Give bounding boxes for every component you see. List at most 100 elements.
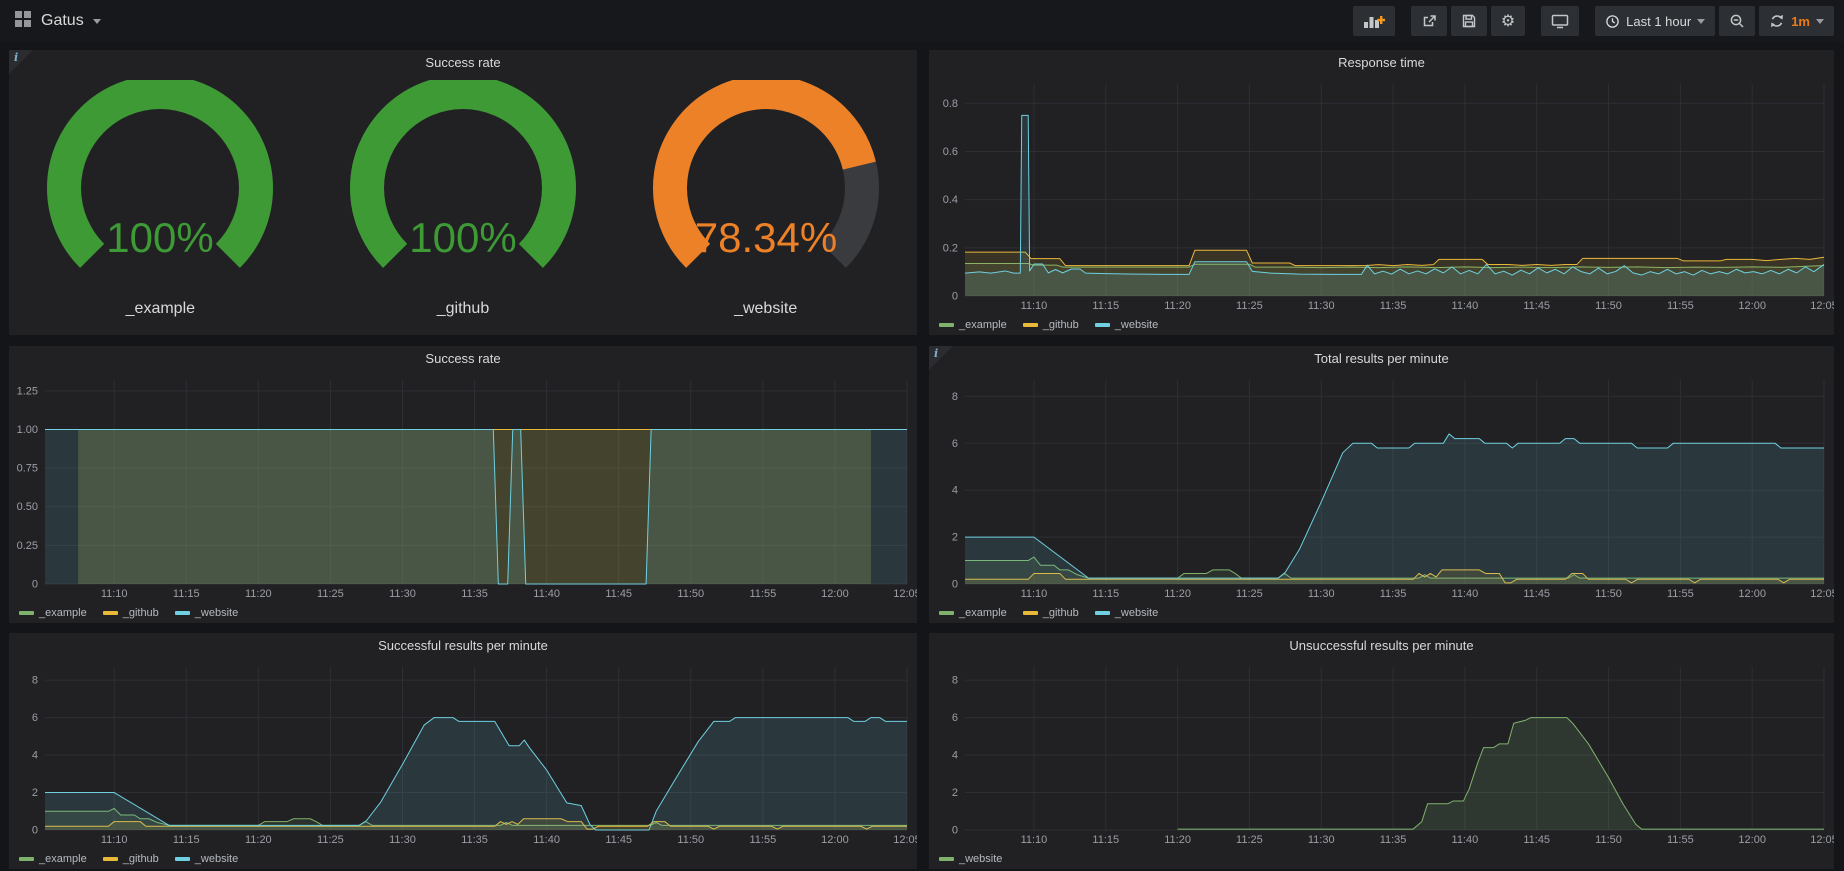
panel-unsuccessful-results: Unsuccessful results per minute 0246811:…	[929, 633, 1834, 869]
panel-successful-results: Successful results per minute 0246811:10…	[9, 633, 917, 869]
svg-text:11:45: 11:45	[605, 588, 632, 600]
svg-text:0: 0	[32, 579, 38, 591]
svg-text:11:20: 11:20	[1164, 588, 1191, 600]
svg-text:0: 0	[952, 291, 958, 303]
svg-text:11:45: 11:45	[1523, 300, 1550, 312]
legend-item-_example[interactable]: _example	[939, 319, 1007, 331]
legend-item-_example[interactable]: _example	[939, 607, 1007, 619]
legend-series-dash	[939, 611, 954, 615]
panel-title[interactable]: Unsuccessful results per minute	[929, 633, 1834, 659]
svg-text:0.50: 0.50	[17, 501, 38, 513]
legend-item-_github[interactable]: _github	[103, 607, 159, 619]
legend-series-label: _website	[195, 853, 238, 865]
legend-series-label: _website	[959, 853, 1002, 865]
svg-text:4: 4	[952, 485, 958, 497]
svg-text:1.25: 1.25	[17, 385, 38, 397]
svg-text:12:05: 12:05	[893, 834, 917, 846]
legend-series-dash	[19, 611, 34, 615]
legend-item-_website[interactable]: _website	[175, 607, 238, 619]
gauge-value: 78.34%	[694, 214, 836, 261]
chart-legend: _example _github _website	[929, 314, 1834, 335]
legend-series-dash	[103, 857, 118, 861]
svg-text:11:40: 11:40	[1452, 588, 1479, 600]
refresh-button[interactable]: 1m	[1759, 6, 1834, 36]
legend-series-dash	[103, 611, 118, 615]
legend-item-_example[interactable]: _example	[19, 853, 87, 865]
svg-text:12:00: 12:00	[821, 588, 849, 600]
legend-series-label: _website	[1115, 319, 1158, 331]
svg-text:11:55: 11:55	[1667, 588, 1694, 600]
panel-title[interactable]: Response time	[929, 50, 1834, 76]
svg-text:12:00: 12:00	[1738, 834, 1766, 846]
svg-text:2: 2	[952, 787, 958, 799]
settings-button[interactable]: ⚙	[1491, 6, 1525, 36]
svg-text:11:30: 11:30	[1308, 588, 1335, 600]
svg-text:11:50: 11:50	[1595, 300, 1622, 312]
unsuccessful-results-chart[interactable]: 0246811:1011:1511:2011:2511:3011:3511:40…	[929, 659, 1834, 848]
svg-text:8: 8	[952, 675, 958, 687]
successful-results-chart[interactable]: 0246811:1011:1511:2011:2511:3011:3511:40…	[9, 659, 917, 848]
svg-text:11:15: 11:15	[1092, 300, 1119, 312]
legend-series-label: _example	[39, 853, 87, 865]
svg-text:11:55: 11:55	[1667, 300, 1694, 312]
gauge-label: _github	[437, 300, 490, 318]
dashboard-title[interactable]: Gatus	[41, 12, 84, 30]
legend-series-label: _website	[1115, 607, 1158, 619]
svg-text:11:10: 11:10	[1021, 834, 1048, 846]
legend-item-_website[interactable]: _website	[1095, 607, 1158, 619]
panel-title[interactable]: Success rate	[9, 346, 917, 372]
svg-text:1.00: 1.00	[17, 424, 38, 436]
svg-text:0: 0	[32, 825, 38, 837]
gauge-value: 100%	[107, 214, 214, 261]
svg-text:6: 6	[952, 712, 958, 724]
gauge-_github: 100% _github	[313, 80, 613, 318]
save-button[interactable]	[1451, 6, 1487, 36]
response-time-chart[interactable]: 00.20.40.60.811:1011:1511:2011:2511:3011…	[929, 76, 1834, 314]
legend-item-_github[interactable]: _github	[1023, 319, 1079, 331]
legend-item-_website[interactable]: _website	[939, 853, 1002, 865]
svg-text:11:15: 11:15	[1092, 834, 1119, 846]
add-panel-button[interactable]	[1353, 6, 1395, 36]
time-range-picker[interactable]: Last 1 hour	[1595, 6, 1715, 36]
success-rate-chart[interactable]: 00.250.500.751.001.2511:1011:1511:2011:2…	[9, 372, 917, 602]
total-results-chart[interactable]: 0246811:1011:1511:2011:2511:3011:3511:40…	[929, 372, 1834, 602]
panel-info-corner[interactable]	[929, 346, 953, 370]
panel-info-corner[interactable]	[9, 50, 33, 74]
svg-text:12:00: 12:00	[1738, 588, 1766, 600]
svg-text:11:45: 11:45	[1523, 588, 1550, 600]
svg-text:11:30: 11:30	[1308, 834, 1335, 846]
gauge-label: _example	[126, 300, 195, 318]
svg-text:11:30: 11:30	[389, 588, 416, 600]
share-button[interactable]	[1411, 6, 1447, 36]
legend-series-dash	[1095, 323, 1110, 327]
svg-text:11:10: 11:10	[1021, 588, 1048, 600]
monitor-icon	[1551, 13, 1569, 29]
legend-item-_github[interactable]: _github	[1023, 607, 1079, 619]
chart-legend: _example _github _website	[929, 602, 1834, 623]
svg-text:4: 4	[952, 750, 958, 762]
panel-title[interactable]: Success rate	[9, 50, 917, 76]
svg-text:0.2: 0.2	[943, 242, 958, 254]
svg-text:11:25: 11:25	[317, 588, 344, 600]
legend-series-dash	[19, 857, 34, 861]
gauge-row: 100%_example100%_github78.34%_website	[9, 76, 917, 335]
svg-text:11:10: 11:10	[101, 834, 128, 846]
legend-item-_website[interactable]: _website	[175, 853, 238, 865]
legend-item-_website[interactable]: _website	[1095, 319, 1158, 331]
svg-text:11:55: 11:55	[749, 588, 776, 600]
svg-text:11:35: 11:35	[1380, 834, 1407, 846]
cycle-view-button[interactable]	[1541, 6, 1579, 36]
svg-text:0.75: 0.75	[17, 463, 38, 475]
legend-item-_github[interactable]: _github	[103, 853, 159, 865]
gauge-value: 100%	[409, 214, 516, 261]
panel-title[interactable]: Successful results per minute	[9, 633, 917, 659]
zoom-out-button[interactable]	[1719, 6, 1755, 36]
svg-text:11:10: 11:10	[1021, 300, 1048, 312]
panel-title[interactable]: Total results per minute	[929, 346, 1834, 372]
chevron-down-icon	[1816, 19, 1824, 24]
legend-series-dash	[1023, 323, 1038, 327]
legend-item-_example[interactable]: _example	[19, 607, 87, 619]
dashboards-grid-icon[interactable]	[14, 10, 32, 33]
svg-text:11:40: 11:40	[1452, 834, 1479, 846]
legend-series-label: _example	[959, 319, 1007, 331]
